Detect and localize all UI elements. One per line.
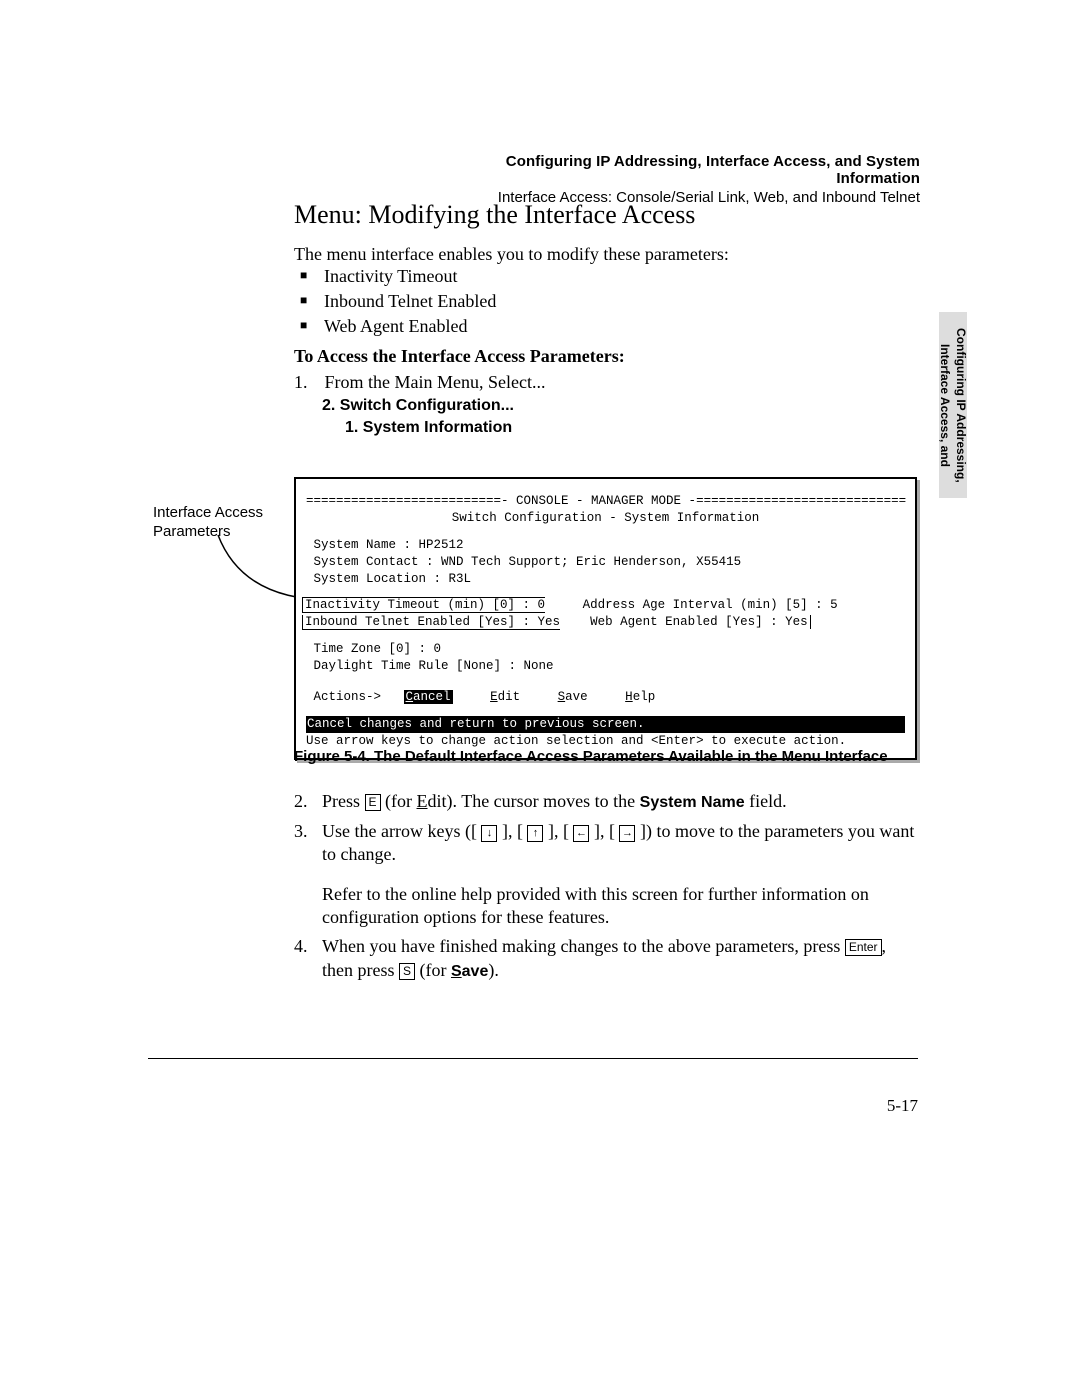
text: ], [ <box>543 821 573 841</box>
console-actions: Actions-> Cancel Edit Save Help <box>306 689 905 706</box>
steps-continued: 2. Press E (for Edit). The cursor moves … <box>294 790 919 989</box>
console-status-bar: Cancel changes and return to previous sc… <box>306 716 905 750</box>
section-title: Menu: Modifying the Interface Access <box>294 200 695 230</box>
text: (for <box>381 791 417 811</box>
save-rest: ave <box>565 690 588 704</box>
step-text: From the Main Menu, Select... <box>325 372 546 392</box>
text: ). The cursor moves to the <box>447 791 640 811</box>
cancel-rest: ancel <box>413 690 451 704</box>
thumb-tab: Interface Access, and Configuring IP Add… <box>939 312 967 498</box>
field-name: System Name <box>640 794 745 811</box>
text: ], [ <box>497 821 527 841</box>
figure-caption: Figure 5-4. The Default Interface Access… <box>294 747 914 767</box>
web-agent: Web Agent Enabled [Yes] : Yes <box>590 615 811 629</box>
save-mnemonic: S <box>558 690 566 704</box>
text: ). <box>488 960 499 980</box>
left-arrow-key: ← <box>573 825 589 842</box>
text: ], [ <box>589 821 619 841</box>
keycap-s: S <box>399 963 415 980</box>
step-body: Press E (for Edit). The cursor moves to … <box>322 790 919 814</box>
help-mnemonic: H <box>625 690 633 704</box>
text: ave <box>462 963 489 980</box>
up-arrow-key: ↑ <box>527 825 543 842</box>
bullet-item: Inactivity Timeout <box>300 266 496 287</box>
sys-location-line: System Location : R3L <box>306 572 471 586</box>
status-line-1: Cancel changes and return to previous sc… <box>306 716 905 733</box>
edit-mnemonic: E <box>417 791 428 811</box>
bullet-list: Inactivity Timeout Inbound Telnet Enable… <box>300 266 496 341</box>
console-screenshot: ==========================- CONSOLE - MA… <box>294 477 917 760</box>
sys-name-line: System Name : HP2512 <box>306 538 464 552</box>
keycap-e: E <box>365 794 381 811</box>
text: field. <box>745 791 787 811</box>
page-number: 5-17 <box>887 1096 918 1116</box>
help-rest: elp <box>633 690 656 704</box>
footer-rule <box>148 1058 918 1059</box>
right-arrow-key: → <box>619 825 635 842</box>
console-subtitle: Switch Configuration - System Informatio… <box>306 510 905 527</box>
menu-path-level-1: 2. Switch Configuration... <box>322 397 514 415</box>
time-zone-line: Time Zone [0] : 0 <box>306 642 441 656</box>
text: Press <box>322 791 365 811</box>
inactivity-timeout: Inactivity Timeout (min) [0] : 0 <box>305 598 545 612</box>
text: Use the arrow keys ([ <box>322 821 481 841</box>
callout-label: Interface Access Parameters <box>153 504 283 542</box>
save-action[interactable]: Save <box>558 690 588 704</box>
actions-label: Actions-> <box>306 690 404 704</box>
help-action[interactable]: Help <box>625 690 655 704</box>
console-sys-block: System Name : HP2512 System Contact : WN… <box>306 537 905 588</box>
subsection-heading: To Access the Interface Access Parameter… <box>294 346 625 367</box>
step-number: 1. <box>294 372 320 393</box>
menu-path-level-2: 1. System Information <box>345 419 512 437</box>
step-number: 4. <box>294 935 322 982</box>
thumb-tab-line-1: Configuring IP Addressing, <box>954 328 968 483</box>
down-arrow-key: ↓ <box>481 825 497 842</box>
keycap-enter: Enter <box>845 939 882 956</box>
step-body: Use the arrow keys ([ ↓ ], [ ↑ ], [ ← ],… <box>322 820 919 930</box>
dst-line: Daylight Time Rule [None] : None <box>306 659 554 673</box>
cancel-action[interactable]: Cancel <box>404 690 453 704</box>
console-header: ==========================- CONSOLE - MA… <box>306 493 905 510</box>
edit-mnemonic: E <box>490 690 498 704</box>
step-body: When you have finished making changes to… <box>322 935 919 982</box>
page: Configuring IP Addressing, Interface Acc… <box>0 0 1080 1397</box>
inbound-telnet: Inbound Telnet Enabled [Yes] : Yes <box>305 615 560 629</box>
step-3-note: Refer to the online help provided with t… <box>322 884 869 927</box>
sys-contact-line: System Contact : WND Tech Support; Eric … <box>306 555 741 569</box>
param-row-b: Inbound Telnet Enabled [Yes] : Yes <box>302 615 560 630</box>
edit-action[interactable]: Edit <box>490 690 520 704</box>
bullet-item: Web Agent Enabled <box>300 316 496 337</box>
console-time-block: Time Zone [0] : 0 Daylight Time Rule [No… <box>306 641 905 675</box>
header-line-1: Configuring IP Addressing, Interface Acc… <box>420 153 920 187</box>
running-header: Configuring IP Addressing, Interface Acc… <box>420 153 920 206</box>
save-word: Save <box>451 963 488 980</box>
step-4: 4. When you have finished making changes… <box>294 935 919 982</box>
save-mnemonic: S <box>451 963 462 980</box>
address-age: Address Age Interval (min) [5] : 5 <box>583 598 838 612</box>
text: When you have finished making changes to… <box>322 936 845 956</box>
bullet-item: Inbound Telnet Enabled <box>300 291 496 312</box>
console-params-block: Inactivity Timeout (min) [0] : 0 Address… <box>306 597 905 631</box>
edit-rest: dit <box>498 690 521 704</box>
cancel-mnemonic: C <box>406 690 414 704</box>
text: dit <box>428 791 447 811</box>
step-number: 3. <box>294 820 322 930</box>
step-3: 3. Use the arrow keys ([ ↓ ], [ ↑ ], [ ←… <box>294 820 919 930</box>
step-2: 2. Press E (for Edit). The cursor moves … <box>294 790 919 814</box>
thumb-tab-line-2: Interface Access, and <box>938 344 952 467</box>
param-row-a: Inactivity Timeout (min) [0] : 0 <box>302 597 545 613</box>
step-number: 2. <box>294 790 322 814</box>
intro-paragraph: The menu interface enables you to modify… <box>294 244 914 265</box>
text: (for <box>415 960 451 980</box>
step-1: 1. From the Main Menu, Select... <box>294 372 914 393</box>
